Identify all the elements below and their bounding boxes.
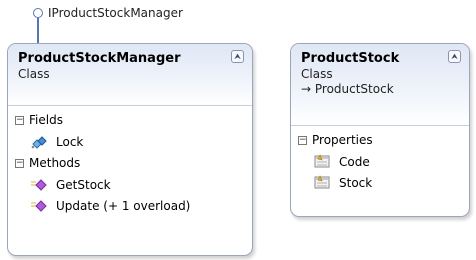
toggle-minus-icon[interactable]: − — [15, 158, 24, 168]
interface-name: IProductStockManager — [48, 6, 183, 20]
class-stereotype: Class — [18, 67, 50, 81]
compartment-methods[interactable]: − Methods — [8, 152, 252, 174]
class-header: ProductStockManager Class ⮝ — [8, 44, 252, 106]
class-name: ProductStock — [301, 51, 400, 66]
member-name: Code — [339, 154, 370, 169]
member-item[interactable]: Code — [291, 151, 469, 172]
member-name: GetStock — [56, 177, 111, 192]
member-item[interactable]: Stock — [291, 172, 469, 193]
class-header: ProductStock Class → ProductStock ⮝ — [291, 44, 469, 126]
member-name: Update (+ 1 overload) — [56, 198, 191, 213]
toggle-minus-icon[interactable]: − — [15, 115, 24, 125]
member-name: Lock — [56, 134, 84, 149]
interface-lollipop: IProductStockManager — [23, 4, 243, 44]
toggle-minus-icon[interactable]: − — [298, 135, 307, 145]
collapse-chevron-icon[interactable]: ⮝ — [231, 50, 244, 63]
compartment-title: Fields — [29, 113, 63, 127]
compartment-title: Properties — [312, 133, 373, 147]
class-box-productstockmanager[interactable]: ProductStockManager Class ⮝ − Fields Loc… — [7, 43, 253, 256]
compartment-title: Methods — [29, 156, 81, 170]
property-icon — [313, 154, 335, 170]
class-stereotype: Class — [301, 67, 333, 81]
method-icon — [30, 177, 52, 193]
class-name: ProductStockManager — [18, 51, 181, 66]
compartment-fields[interactable]: − Fields — [8, 109, 252, 131]
property-icon — [313, 175, 335, 191]
member-item[interactable]: Update (+ 1 overload) — [8, 195, 252, 216]
interface-connector — [37, 18, 39, 44]
method-icon — [30, 198, 52, 214]
member-item[interactable]: Lock — [8, 131, 252, 152]
interface-circle-icon — [33, 8, 43, 18]
member-item[interactable]: GetStock — [8, 174, 252, 195]
class-box-productstock[interactable]: ProductStock Class → ProductStock ⮝ − Pr… — [290, 43, 470, 217]
collapse-chevron-icon[interactable]: ⮝ — [448, 50, 461, 63]
member-name: Stock — [339, 175, 373, 190]
base-class: → ProductStock — [301, 82, 394, 96]
field-icon — [30, 134, 52, 150]
compartment-properties[interactable]: − Properties — [291, 129, 469, 151]
